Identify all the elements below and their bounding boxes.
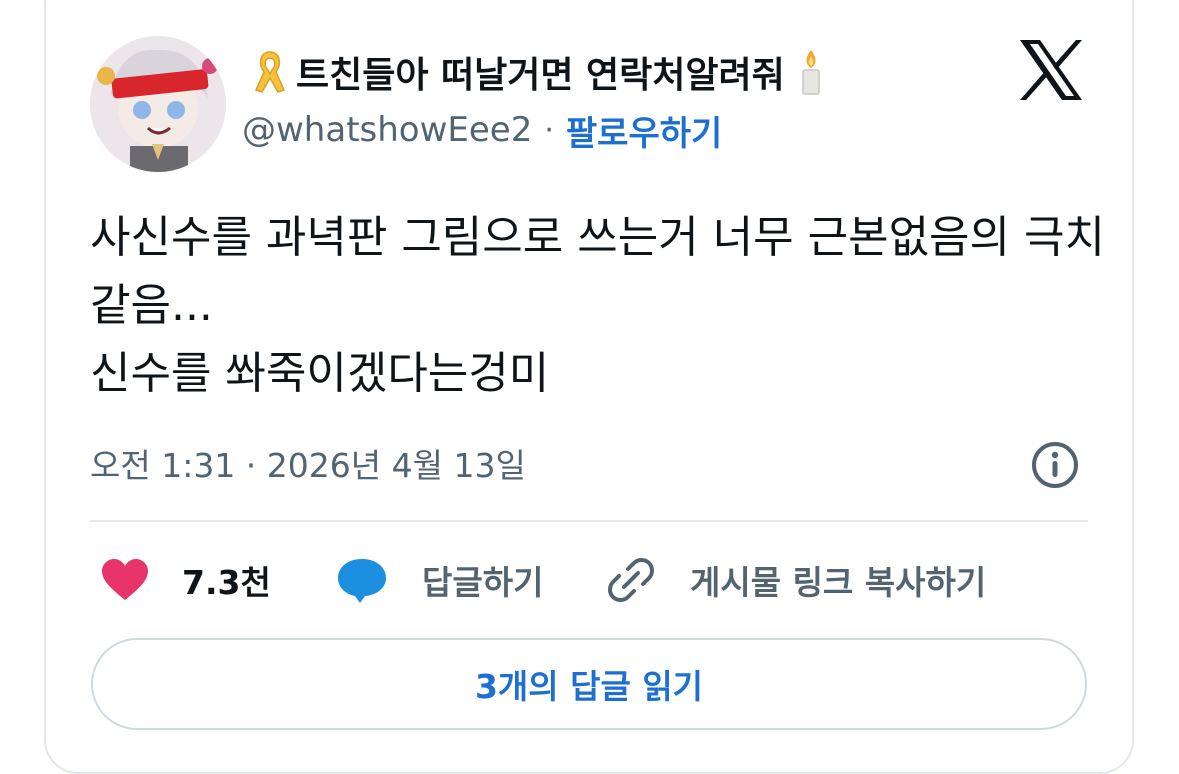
display-name[interactable]: 트친들아 떠날거면 연락처알려줘 — [250, 46, 831, 98]
heart-icon — [102, 559, 148, 600]
info-icon[interactable] — [1030, 440, 1080, 490]
tweet-line: 신수를 쏴죽이겠다는겅미 — [90, 348, 550, 399]
reply-button[interactable]: 답글하기 — [336, 552, 543, 608]
copy-link-label: 게시물 링크 복사하기 — [690, 563, 987, 602]
tweet-line: 사신수를 과녁판 그림으로 쓰는거 너무 근본없음의 극치 — [90, 212, 1105, 263]
follow-button[interactable]: 팔로우하기 — [566, 106, 722, 155]
speech-bubble-icon — [338, 559, 386, 603]
like-button[interactable]: 7.3천 — [100, 552, 271, 608]
separator-dot: · — [544, 112, 554, 148]
reply-label: 답글하기 — [422, 563, 544, 602]
read-replies-button[interactable]: 3개의 답글 읽기 — [91, 638, 1087, 730]
tweet-text: 사신수를 과녁판 그림으로 쓰는거 너무 근본없음의 극치 같음... 신수를 … — [90, 204, 1105, 408]
divider — [90, 520, 1088, 522]
yellow-ribbon-icon — [250, 48, 290, 96]
x-logo-icon[interactable] — [1018, 38, 1084, 102]
avatar[interactable] — [90, 36, 226, 172]
handle-row: @whatshowEee2 · 팔로우하기 — [242, 104, 722, 156]
link-icon — [608, 558, 654, 602]
tweet-line: 같음... — [90, 280, 213, 331]
candle-icon — [791, 48, 831, 96]
tweet-timestamp[interactable]: 오전 1:31 · 2026년 4월 13일 — [90, 438, 526, 488]
user-handle[interactable]: @whatshowEee2 — [242, 110, 532, 150]
display-name-text: 트친들아 떠날거면 연락처알려줘 — [296, 55, 785, 96]
like-count: 7.3천 — [182, 563, 271, 602]
copy-link-button[interactable]: 게시물 링크 복사하기 — [606, 552, 986, 608]
